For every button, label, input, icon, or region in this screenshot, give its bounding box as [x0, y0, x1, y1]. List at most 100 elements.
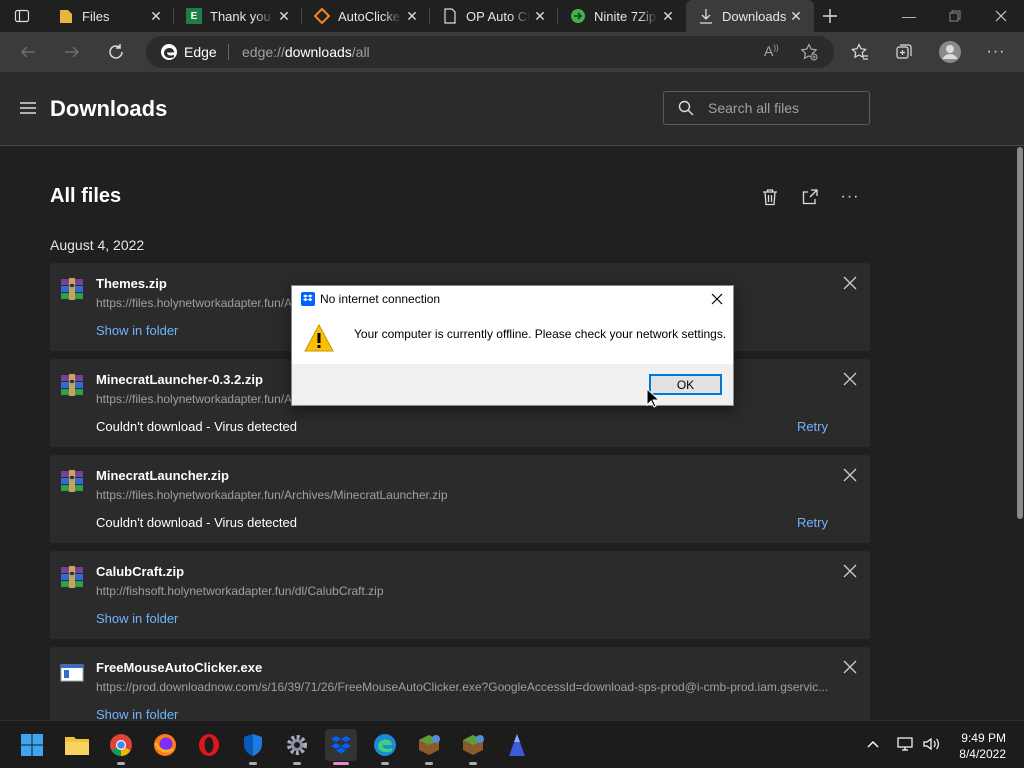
open-folder-icon[interactable]	[798, 185, 822, 209]
url-text[interactable]: edge://downloads/all	[242, 44, 370, 60]
tab-ninite[interactable]: Ninite 7Zip ✕	[558, 0, 686, 32]
show-in-folder-link[interactable]: Show in folder	[96, 323, 178, 338]
close-dialog-icon[interactable]	[709, 291, 725, 307]
download-status: Couldn't download - Virus detected	[96, 515, 297, 530]
start-button-icon[interactable]	[16, 729, 48, 761]
refresh-icon[interactable]	[100, 36, 132, 68]
minecraft-launcher-2-icon[interactable]	[457, 729, 489, 765]
tab-op-auto-clicker[interactable]: OP Auto Cli ✕	[430, 0, 558, 32]
downloads-header: Downloads	[0, 72, 1024, 146]
forward-icon[interactable]	[56, 36, 88, 68]
profile-avatar-icon[interactable]	[934, 36, 966, 68]
archive-icon	[60, 565, 84, 589]
remove-item-icon[interactable]	[842, 371, 858, 387]
add-favorite-icon[interactable]	[800, 43, 818, 61]
network-icon[interactable]	[896, 736, 914, 755]
download-item-freemouseautoclicker[interactable]: FreeMouseAutoClicker.exe https://prod.do…	[50, 647, 870, 720]
folder-icon	[58, 8, 74, 24]
remove-item-icon[interactable]	[842, 275, 858, 291]
read-aloud-icon[interactable]: A))	[764, 43, 782, 61]
tab-autoclicker[interactable]: AutoClicker ✕	[302, 0, 430, 32]
more-options-icon[interactable]: ···	[980, 36, 1012, 68]
volume-icon[interactable]	[922, 736, 940, 755]
app-wizard-icon[interactable]	[501, 729, 533, 761]
download-status: Couldn't download - Virus detected	[96, 419, 297, 434]
dialog-body: Your computer is currently offline. Plea…	[292, 312, 733, 364]
show-in-folder-link[interactable]: Show in folder	[96, 707, 178, 720]
retry-link[interactable]: Retry	[797, 515, 828, 530]
dialog-titlebar[interactable]: No internet connection	[292, 286, 733, 312]
file-url: https://files.holynetworkadapter.fun/Arc…	[96, 488, 448, 502]
close-tab-icon[interactable]: ✕	[532, 8, 548, 24]
edge-label: Edge	[184, 44, 217, 60]
taskbar: 9:49 PM 8/4/2022	[0, 720, 1024, 768]
chevron-up-icon[interactable]	[866, 737, 880, 754]
favorites-icon[interactable]	[844, 36, 876, 68]
chrome-icon[interactable]	[105, 729, 137, 765]
vertical-scrollbar[interactable]	[1017, 147, 1023, 519]
page-icon	[442, 8, 458, 24]
close-window-icon[interactable]	[978, 0, 1024, 32]
dropbox-taskbar-icon[interactable]	[325, 729, 357, 765]
file-explorer-icon[interactable]	[61, 729, 93, 761]
archive-icon	[60, 469, 84, 493]
settings-gear-icon[interactable]	[281, 729, 313, 765]
opera-icon[interactable]	[193, 729, 225, 761]
restore-icon[interactable]	[932, 0, 978, 32]
remove-item-icon[interactable]	[842, 659, 858, 675]
download-item-minecratlauncher[interactable]: MinecratLauncher.zip https://files.holyn…	[50, 455, 870, 543]
no-internet-dialog: No internet connection Your computer is …	[291, 285, 734, 406]
ninite-icon	[570, 8, 586, 24]
close-tab-icon[interactable]: ✕	[788, 8, 804, 24]
date-heading: August 4, 2022	[50, 237, 145, 253]
file-name[interactable]: MinecratLauncher-0.3.2.zip	[96, 372, 263, 387]
firefox-icon[interactable]	[149, 729, 181, 761]
edge-taskbar-icon[interactable]	[369, 729, 401, 765]
collections-icon[interactable]	[888, 36, 920, 68]
clock-date: 8/4/2022	[959, 747, 1006, 761]
remove-item-icon[interactable]	[842, 563, 858, 579]
close-tab-icon[interactable]: ✕	[404, 8, 420, 24]
search-icon	[678, 100, 694, 116]
system-tray	[866, 729, 940, 761]
search-box[interactable]	[663, 91, 870, 125]
show-in-folder-link[interactable]: Show in folder	[96, 611, 178, 626]
remove-item-icon[interactable]	[842, 467, 858, 483]
file-name[interactable]: MinecratLauncher.zip	[96, 468, 229, 483]
file-url: https://prod.downloadnow.com/s/16/39/71/…	[96, 680, 829, 694]
clock-time: 9:49 PM	[961, 731, 1006, 745]
close-tab-icon[interactable]: ✕	[276, 8, 292, 24]
tab-thank-you[interactable]: E Thank you f ✕	[174, 0, 302, 32]
search-input[interactable]	[708, 100, 858, 116]
retry-link[interactable]: Retry	[797, 419, 828, 434]
more-actions-icon[interactable]: ···	[838, 185, 862, 209]
downloads-content: All files ··· August 4, 2022 Themes.zip …	[0, 147, 1024, 720]
file-name[interactable]: Themes.zip	[96, 276, 167, 291]
browser-toolbar: Edge edge://downloads/all A)) ···	[0, 32, 1024, 72]
file-name[interactable]: FreeMouseAutoClicker.exe	[96, 660, 262, 675]
minimize-icon[interactable]: —	[886, 0, 932, 32]
hamburger-menu-icon[interactable]	[18, 100, 38, 116]
dropbox-icon	[301, 292, 315, 306]
tab-strip: Files ✕ E Thank you f ✕ AutoClicker ✕ OP…	[0, 0, 1024, 32]
close-tab-icon[interactable]: ✕	[148, 8, 164, 24]
tab-title: AutoClicker	[338, 8, 402, 24]
taskbar-clock[interactable]: 9:49 PM 8/4/2022	[959, 730, 1006, 762]
archive-icon	[60, 373, 84, 397]
address-bar[interactable]: Edge edge://downloads/all A))	[146, 36, 834, 68]
minecraft-launcher-icon[interactable]	[413, 729, 445, 765]
delete-all-icon[interactable]	[758, 185, 782, 209]
download-item-calubcraft[interactable]: CalubCraft.zip http://fishsoft.holynetwo…	[50, 551, 870, 639]
edge-logo-icon	[161, 44, 177, 60]
dialog-title: No internet connection	[320, 292, 441, 306]
tab-files[interactable]: Files ✕	[46, 0, 174, 32]
new-tab-icon[interactable]	[820, 6, 840, 26]
tab-downloads[interactable]: Downloads ✕	[686, 0, 814, 32]
file-name[interactable]: CalubCraft.zip	[96, 564, 184, 579]
tab-actions-icon[interactable]	[14, 8, 30, 24]
exe-file-icon	[60, 661, 84, 685]
back-icon[interactable]	[12, 36, 44, 68]
defender-shield-icon[interactable]	[237, 729, 269, 765]
close-tab-icon[interactable]: ✕	[660, 8, 676, 24]
edge-chip[interactable]: Edge	[160, 43, 217, 61]
